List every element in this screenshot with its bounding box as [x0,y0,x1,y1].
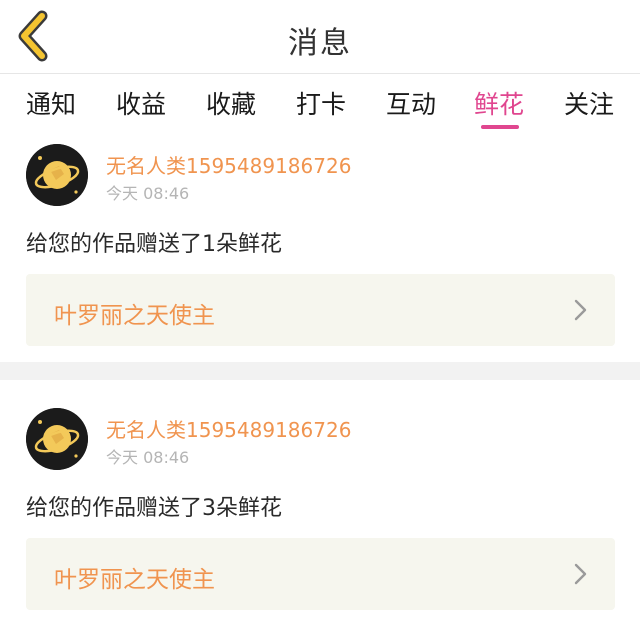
tab-interactions[interactable]: 互动 [386,85,436,121]
avatar[interactable] [26,144,88,206]
message-text: 给您的作品赠送了1朵鲜花 [26,232,282,257]
message-time: 今天 08:46 [106,184,190,203]
tab-favorites[interactable]: 收藏 [206,85,256,121]
work-link[interactable]: 叶罗丽之天使主 [26,538,615,610]
page-title: 消息 [288,26,352,61]
message-item: 无名人类1595489186726 今天 08:46 给您的作品赠送了3朵鲜花 … [0,380,640,628]
tab-checkin[interactable]: 打卡 [296,85,346,121]
section-divider [0,362,640,380]
message-item: 无名人类1595489186726 今天 08:46 给您的作品赠送了1朵鲜花 … [0,136,640,362]
sender-name[interactable]: 无名人类1595489186726 [106,150,351,179]
message-time: 今天 08:46 [106,448,190,467]
work-link[interactable]: 叶罗丽之天使主 [26,274,615,346]
tab-notifications[interactable]: 通知 [26,85,76,121]
tab-follows[interactable]: 关注 [564,85,614,121]
work-title: 叶罗丽之天使主 [54,303,215,329]
avatar[interactable] [26,408,88,470]
planet-avatar-icon [26,144,88,206]
work-title: 叶罗丽之天使主 [54,567,215,593]
chevron-right-icon [574,563,587,585]
tab-earnings[interactable]: 收益 [116,85,166,121]
planet-avatar-icon [26,408,88,470]
active-tab-indicator [481,125,519,129]
app-header: 消息 [0,0,640,74]
tab-flowers[interactable]: 鲜花 [474,85,524,121]
message-text: 给您的作品赠送了3朵鲜花 [26,496,282,521]
chevron-right-icon [574,299,587,321]
tab-bar: 通知 收益 收藏 打卡 互动 鲜花 关注 [0,75,640,135]
sender-name[interactable]: 无名人类1595489186726 [106,414,351,443]
